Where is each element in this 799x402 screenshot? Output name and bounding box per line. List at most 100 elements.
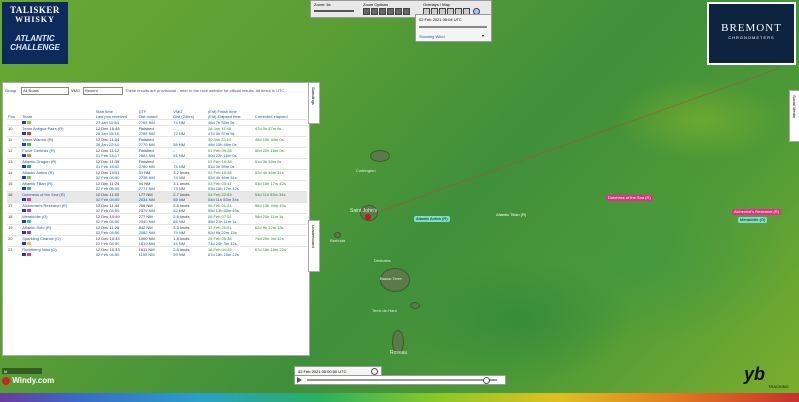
- zoom-out-icon[interactable]: [371, 8, 378, 15]
- cell-team[interactable]: Meraki/die (O): [21, 213, 95, 225]
- cell-vmg-bottom: 74 NM: [173, 175, 186, 180]
- zoom-options-label: Zoom Options: [363, 2, 389, 7]
- table-row[interactable]: 15 Atlantic Tilian (R) 12 Dec 11:24 02 Feb …: [7, 180, 307, 192]
- fit-icon[interactable]: [379, 8, 386, 15]
- center-icon[interactable]: [387, 8, 394, 15]
- cell-team[interactable]: Atlantic Tilian (R): [21, 180, 95, 192]
- slider-track[interactable]: [307, 379, 497, 381]
- cell-distance-bottom: 1159 NM: [138, 252, 155, 257]
- place-saint-johns: Saint John's: [350, 208, 378, 214]
- cell-vmg: 3.1 knots 73 NM: [172, 180, 207, 192]
- cell-times-bottom: 01 Feb 18:17: [95, 153, 120, 158]
- vmg-select[interactable]: Recent: [83, 87, 123, 95]
- team-color-icon: [27, 176, 32, 180]
- table-row[interactable]: 11 Wave Warrior (R) 12 Dec 11:34 30 Jan 22:…: [7, 136, 307, 148]
- cell-times-bottom: 02 Feb 04:50: [95, 252, 120, 257]
- group-select[interactable]: All Boats: [21, 87, 69, 95]
- tab-standings[interactable]: Standings: [308, 82, 320, 124]
- table-row[interactable]: 16 Dutchess of the Sea (R) 12 Dec 11:00 02 …: [7, 191, 307, 203]
- tab-social-media[interactable]: Social Media: [789, 90, 799, 142]
- header-corrected[interactable]: Corrected elapsed: [254, 109, 307, 120]
- cell-finish: 28 Jan 17:45 47d 0h 57m 9s: [206, 125, 254, 137]
- tab-social-label: Social Media: [792, 95, 797, 118]
- table-row[interactable]: 14 Atlantic Antics (R) 12 Dec 10:51 02 Feb …: [7, 169, 307, 181]
- cell-distance-bottom: 2738 NM: [138, 175, 155, 180]
- zoom-in-icon[interactable]: [363, 8, 370, 15]
- boat-marker-atlantic-tilian[interactable]: Atlantic Tilian (R): [494, 212, 528, 218]
- table-row[interactable]: 10 Team Antigua Pairs (R) 12 Dec 16:48 28 J…: [7, 125, 307, 137]
- cell-team[interactable]: Atlantic Dragon (R): [21, 158, 95, 170]
- wind-scale-unit: kt: [4, 369, 8, 374]
- tab-standings-label: Standings: [311, 87, 316, 105]
- cell-team[interactable]: Ruddberry Mad (O): [21, 246, 95, 257]
- logo-line1: TALISKER: [10, 5, 60, 15]
- table-row[interactable]: 20 Sparkling Chance (O) 12 Dec 10:33 02 Feb…: [7, 235, 307, 247]
- cell-finish: 04 Feb 22:53 54d 11h 53m 34s: [206, 191, 254, 203]
- header-pos[interactable]: Pos: [7, 109, 21, 120]
- wind-date-panel: 02 Feb 2021 05:04 UTC Showing Wind ▾: [415, 14, 492, 42]
- cell-finish: 06 Feb 07:51 55d 21h 11m 1s: [206, 213, 254, 225]
- boat-marker-alchemist[interactable]: Alchemist's Research (R): [732, 209, 781, 215]
- cell-finish-bottom: 74d 20h 3m 42s: [207, 241, 237, 246]
- place-roseau: Roseau: [390, 350, 408, 356]
- table-row[interactable]: 17 Alchemist's Research (R) 12 Dec 11:44 02…: [7, 202, 307, 214]
- chevron-down-icon[interactable]: ▾: [482, 33, 484, 38]
- cell-team[interactable]: Atlantic Antics (R): [21, 169, 95, 181]
- cell-finish-bottom: 67d 18h 15m 22s: [207, 252, 239, 257]
- table-row[interactable]: 19 Atlantic Solo (R) 12 Dec 11:26 02 Feb 04…: [7, 224, 307, 236]
- cell-vmg-bottom: 73 NM: [173, 186, 186, 191]
- cell-vmg: 3.3 knots 79 NM: [172, 224, 207, 236]
- play-icon[interactable]: [297, 377, 302, 383]
- cell-team[interactable]: Force Genesis (R): [21, 147, 95, 159]
- cell-team[interactable]: Wave Warrior (R): [21, 136, 95, 148]
- zoom-slider[interactable]: [314, 10, 354, 12]
- cell-times: 12 Dec 11:34 30 Jan 22:44: [94, 136, 138, 148]
- team-color-icon: [27, 165, 32, 169]
- table-row[interactable]: 18 Meraki/die (O) 12 Dec 10:49 02 Feb 04:50…: [7, 213, 307, 225]
- boat-marker-meraki[interactable]: Meraki/die (O): [738, 217, 768, 223]
- header-vmg[interactable]: VMG Dist (24hrs): [172, 109, 207, 120]
- header-dtf[interactable]: DTF Dist rowed: [138, 109, 173, 120]
- cell-distance-bottom: 2634 NM: [138, 197, 155, 202]
- cell-finish-bottom: 54d 11h 53m 34s: [207, 197, 239, 202]
- cell-team[interactable]: Team Antigua Pairs (R): [21, 125, 95, 137]
- table-row[interactable]: 13 Atlantic Dragon (R) 12 Dec 11:39 01 Feb …: [7, 158, 307, 170]
- cell-team[interactable]: Dutchess of the Sea (R): [21, 191, 95, 203]
- cell-distance-bottom: 2765 NM: [138, 120, 155, 125]
- timeline-slider[interactable]: [294, 375, 506, 385]
- boat-marker-dutchess[interactable]: Dutchess of the Sea (R): [606, 195, 653, 201]
- cell-corrected: 53d 16h 17m 42s: [253, 180, 307, 192]
- overlays-label: Overlays / Map: [423, 2, 450, 7]
- cell-finish: 03 Feb 03:41 53d 16h 17m 42s: [206, 180, 254, 192]
- header-team[interactable]: Team: [21, 109, 94, 120]
- cell-distance-bottom: 2683 NM: [138, 153, 155, 158]
- wind-slider[interactable]: [419, 26, 487, 28]
- tab-leaderboard[interactable]: Leaderboard: [308, 220, 320, 272]
- cell-pos: 18: [7, 213, 22, 225]
- cell-team[interactable]: Alchemist's Research (R): [21, 202, 95, 214]
- cell-times-bottom: 02 Feb 04:50: [95, 219, 120, 224]
- layer-icon[interactable]: [403, 8, 410, 15]
- table-row[interactable]: 21 Ruddberry Mad (O) 12 Dec 10:33 02 Feb 04…: [7, 246, 307, 257]
- place-terre-de-haut: Terre-de-Haut: [372, 308, 397, 313]
- group-label: Group: [5, 88, 17, 93]
- boat-marker-atlantic-antics[interactable]: Atlantic Antics (R): [414, 216, 450, 222]
- cell-team[interactable]: Atlantic Solo (R): [21, 224, 95, 236]
- windy-logo: Windy.com: [2, 376, 62, 388]
- fullscreen-icon[interactable]: [395, 8, 402, 15]
- cell-vmg: -61 NM: [172, 147, 207, 159]
- header-finish[interactable]: (Est) Finish time (Est) Elapsed time: [207, 109, 254, 120]
- logo-line3: ATLANTIC: [15, 34, 55, 43]
- team-color-icon: [27, 187, 32, 191]
- cell-pos: 16: [7, 191, 22, 203]
- team-flags: [22, 219, 93, 224]
- header-rowed-label: Dist rowed: [138, 114, 158, 119]
- cell-team[interactable]: Sparkling Chance (O): [21, 235, 95, 247]
- cell-corrected: 54d 11h 53m 34s: [253, 191, 307, 203]
- table-row[interactable]: 12 Force Genesis (R) 12 Dec 11:12 01 Feb 18…: [7, 147, 307, 159]
- cell-times: 12 Dec 10:49 02 Feb 04:50: [94, 213, 138, 225]
- cell-distance-bottom: 2540 NM: [138, 219, 155, 224]
- slider-handle[interactable]: [483, 377, 490, 384]
- cell-times-bottom: 28 Jan 18:15: [95, 131, 119, 136]
- header-start[interactable]: Start time Last pos received: [95, 109, 138, 120]
